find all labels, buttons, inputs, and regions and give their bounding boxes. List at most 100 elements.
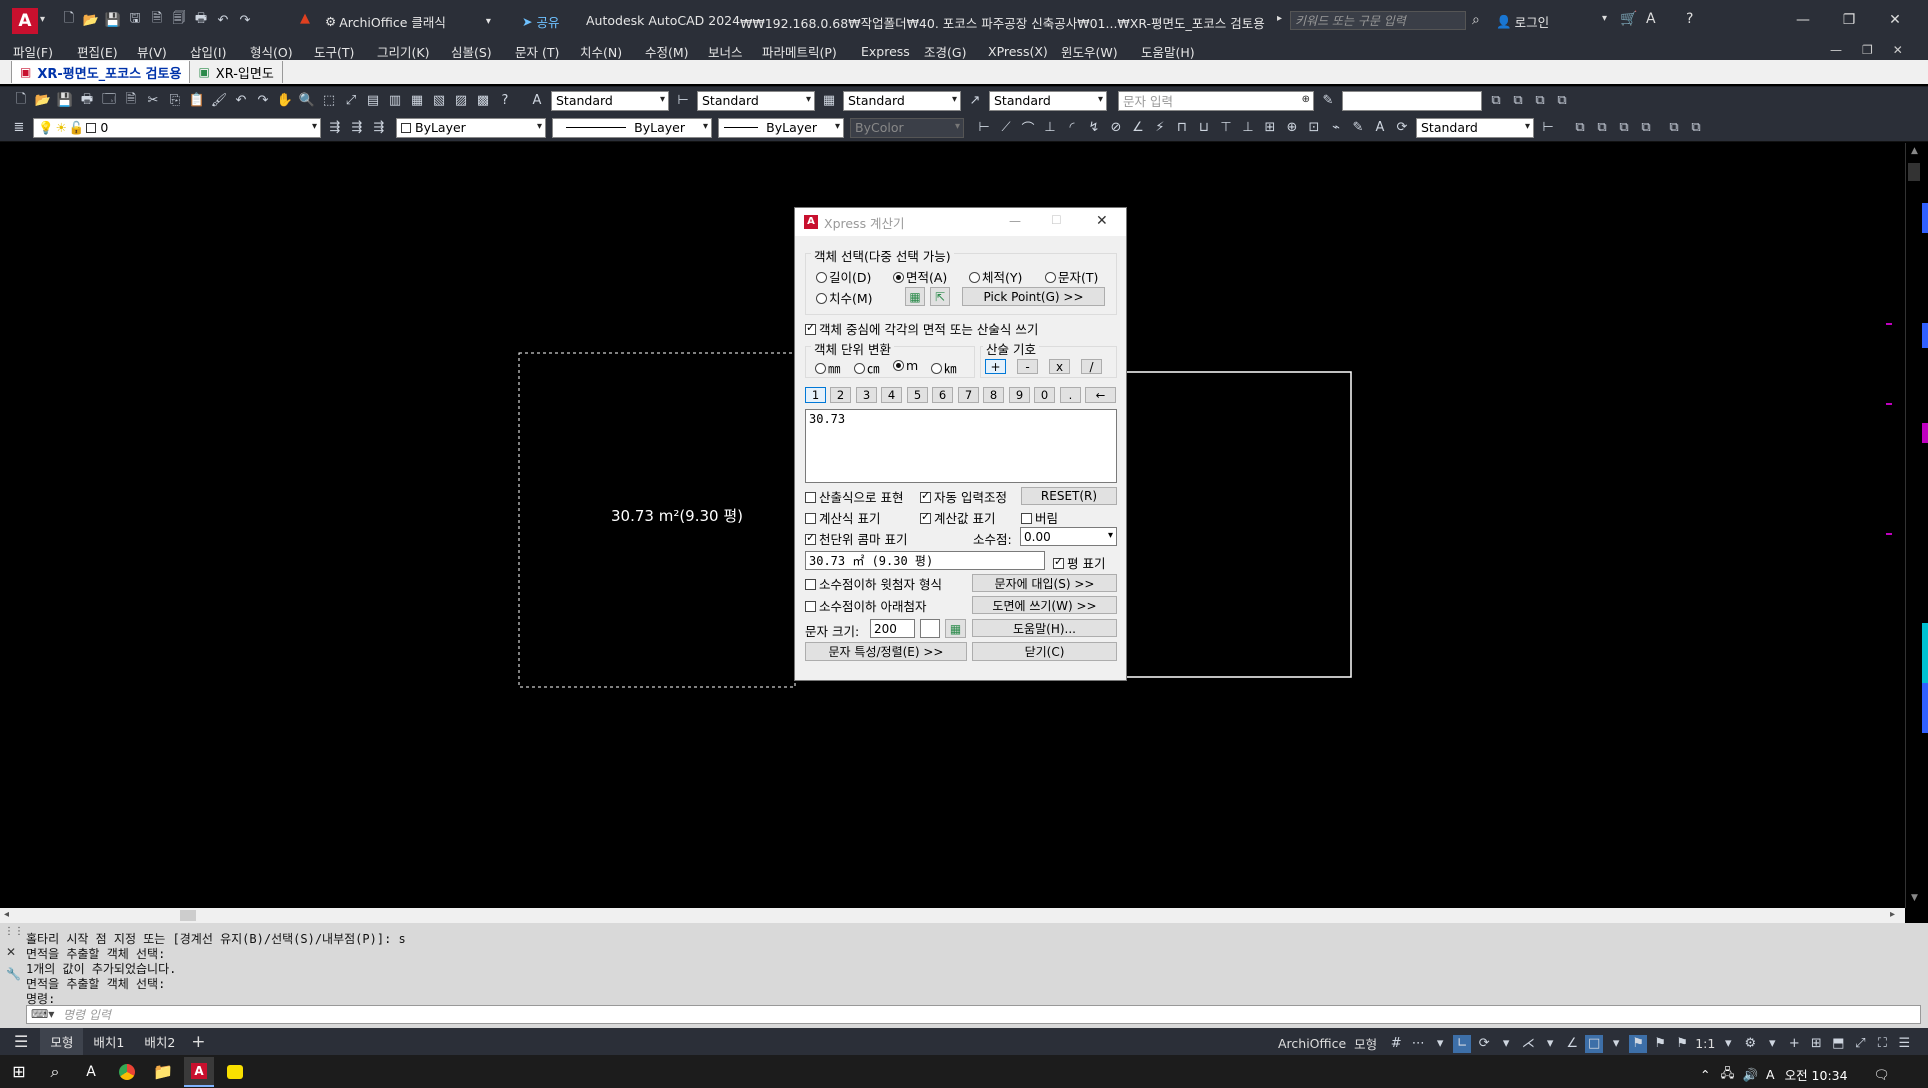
tab-elevation[interactable]: ▣ XR-입면도	[190, 61, 283, 83]
radio-text[interactable]: 문자(T)	[1045, 267, 1098, 286]
scroll-thumb[interactable]	[1908, 163, 1920, 181]
hamburger-icon[interactable]: ☰	[14, 1032, 28, 1051]
hardware-accel-icon[interactable]: ⬒	[1829, 1035, 1847, 1053]
tab-layout1[interactable]: 배치1	[83, 1028, 134, 1055]
op-multiply-button[interactable]: x	[1049, 359, 1070, 374]
menu-draw[interactable]: 그리기(K)	[377, 42, 429, 61]
baseline-icon[interactable]: ⊓	[1173, 119, 1191, 137]
doc-restore-icon[interactable]: ❐	[1862, 43, 1873, 57]
ordinate-icon[interactable]: ⊥	[1041, 119, 1059, 137]
login-chevron-icon[interactable]: ▾	[1602, 13, 1607, 24]
pick-point-button[interactable]: Pick Point(G) >>	[962, 287, 1105, 306]
plot-icon[interactable]: 🖶	[78, 92, 96, 110]
radio-volume[interactable]: 체적(Y)	[969, 267, 1022, 286]
zoom-previous-icon[interactable]: ⤢	[342, 92, 360, 110]
menu-window[interactable]: 윈도우(W)	[1061, 42, 1118, 61]
auto-adjust-checkbox[interactable]: 자동 입력조정	[920, 487, 1007, 506]
radio-mm[interactable]: ㎜	[815, 358, 841, 377]
menu-help[interactable]: 도움말(H)	[1141, 42, 1195, 61]
menu-text[interactable]: 문자 (T)	[515, 42, 559, 61]
minimize-icon[interactable]: —	[1780, 6, 1826, 34]
clock-time[interactable]: 오전 10:34	[1785, 1065, 1848, 1084]
undo-icon[interactable]: ↶	[232, 92, 250, 110]
pick-cursor-icon[interactable]: ⇱	[930, 287, 950, 306]
scroll-thumb[interactable]	[180, 910, 196, 921]
text-find-input[interactable]: 문자 입력 ⊕	[1118, 90, 1314, 111]
numpad-1-button[interactable]: 1	[805, 387, 826, 403]
tab-model[interactable]: 모형	[40, 1028, 84, 1055]
properties-icon[interactable]: ▤	[364, 92, 382, 110]
dim-text-edit-icon[interactable]: A	[1371, 119, 1389, 137]
scroll-down-icon[interactable]: ▼	[1911, 893, 1918, 903]
numpad-6-button[interactable]: 6	[932, 387, 953, 403]
redo-icon[interactable]: ↷	[254, 92, 272, 110]
search-icon[interactable]: ⌕	[40, 1057, 70, 1087]
autocad-task-icon[interactable]: A	[184, 1056, 214, 1087]
scroll-left-icon[interactable]: ◂	[4, 909, 9, 920]
menu-dimension[interactable]: 치수(N)	[580, 42, 622, 61]
vertical-scrollbar[interactable]: ▲ ▼	[1905, 143, 1928, 908]
publish-icon[interactable]: 🗎	[148, 11, 166, 29]
wrench-icon[interactable]: 🔧	[6, 967, 21, 981]
kakaotalk-icon[interactable]	[220, 1057, 250, 1087]
match-icon[interactable]: 🖌	[210, 92, 228, 110]
dialog-title-bar[interactable]: A Xpress 계산기 — ☐ ✕	[795, 208, 1126, 236]
add-layout-icon[interactable]: +	[191, 1032, 205, 1052]
tab-floor-plan[interactable]: ▣ XR-평면도_포코스 검토용	[12, 61, 191, 83]
cart-icon[interactable]: 🛒	[1620, 11, 1637, 27]
ime-icon[interactable]: A	[1766, 1067, 1775, 1082]
continue-icon[interactable]: ⊔	[1195, 119, 1213, 137]
comma-checkbox[interactable]: 천단위 콤마 표기	[805, 529, 907, 548]
break-icon[interactable]: ⊥	[1239, 119, 1257, 137]
decimal-select[interactable]: 0.00 ▾	[1020, 527, 1117, 546]
insert-text-button[interactable]: 문자에 대입(S) >>	[972, 574, 1117, 592]
quick-dim-icon[interactable]: ⚡	[1151, 119, 1169, 137]
building-outline[interactable]	[1125, 371, 1352, 678]
ortho-icon[interactable]: ∟	[1453, 1034, 1472, 1053]
isolate-icon[interactable]: ⊞	[1807, 1035, 1825, 1053]
share-button[interactable]: ➤ 공유	[522, 12, 560, 31]
menu-edit[interactable]: 편집(E)	[77, 42, 118, 61]
sheet-icon[interactable]: 🗐	[170, 11, 188, 29]
zoom-realtime-icon[interactable]: 🔍	[298, 92, 316, 110]
grip-icon[interactable]: ⋮⋮	[4, 927, 24, 937]
text-properties-button[interactable]: 문자 특성/정렬(E) >>	[805, 642, 967, 661]
fullscreen-icon[interactable]: ⛶	[1873, 1035, 1891, 1053]
preview-icon[interactable]: 🗔	[100, 92, 118, 110]
write-drawing-button[interactable]: 도면에 쓰기(W) >>	[972, 596, 1117, 614]
autodesk-app-icon[interactable]: A	[1646, 11, 1656, 27]
spell-check-icon[interactable]: ✎	[1319, 92, 1337, 110]
select-objects-icon[interactable]: ▦	[905, 287, 925, 306]
publish-icon[interactable]: 🗎	[122, 92, 140, 110]
autocad-logo-icon[interactable]: A	[12, 8, 38, 34]
login-button[interactable]: 👤 로그인	[1496, 12, 1549, 31]
linetype-select[interactable]: ByLayer ▾	[552, 117, 712, 138]
archioffice-label[interactable]: ArchiOffice	[1278, 1036, 1346, 1051]
numpad-0-button[interactable]: 0	[1034, 387, 1055, 403]
hatch-back-icon[interactable]: ⧉	[1687, 119, 1705, 137]
radio-cm[interactable]: ㎝	[854, 358, 880, 377]
dim-style-select[interactable]: Standard ▾	[697, 90, 815, 111]
radio-m[interactable]: m	[893, 358, 918, 373]
dim-style-icon[interactable]: ⊢	[1539, 119, 1557, 137]
radio-length[interactable]: 길이(D)	[816, 267, 871, 286]
menu-insert[interactable]: 삽입(I)	[190, 42, 226, 61]
isodraft-icon[interactable]: ⋌	[1519, 1035, 1537, 1053]
open-icon[interactable]: 📂	[34, 92, 52, 110]
menu-landscape[interactable]: 조경(G)	[924, 42, 966, 61]
model-space-label[interactable]: 모형	[1354, 1034, 1377, 1053]
search-icon[interactable]: ⌕	[1472, 12, 1480, 28]
numpad-9-button[interactable]: 9	[1009, 387, 1030, 403]
chevron-down-icon[interactable]: ▾	[1497, 1035, 1515, 1053]
jogged-icon[interactable]: ↯	[1085, 119, 1103, 137]
new-icon[interactable]: 🗋	[60, 11, 78, 29]
object-track-icon[interactable]: ∠	[1563, 1035, 1581, 1053]
show-formula-checkbox[interactable]: 계산식 표기	[805, 508, 880, 527]
volume-icon[interactable]: 🔊	[1742, 1067, 1758, 1083]
annotation-scale-value[interactable]: 1:1	[1695, 1036, 1715, 1051]
draworder-front-icon[interactable]: ⧉	[1571, 119, 1589, 137]
make-current-icon[interactable]: ⇶	[326, 119, 344, 137]
area-annotation-text[interactable]: 30.73 m²(9.30 평)	[611, 505, 743, 526]
menu-bonus[interactable]: 보너스	[708, 42, 743, 61]
redo-icon[interactable]: ↷	[236, 11, 254, 29]
